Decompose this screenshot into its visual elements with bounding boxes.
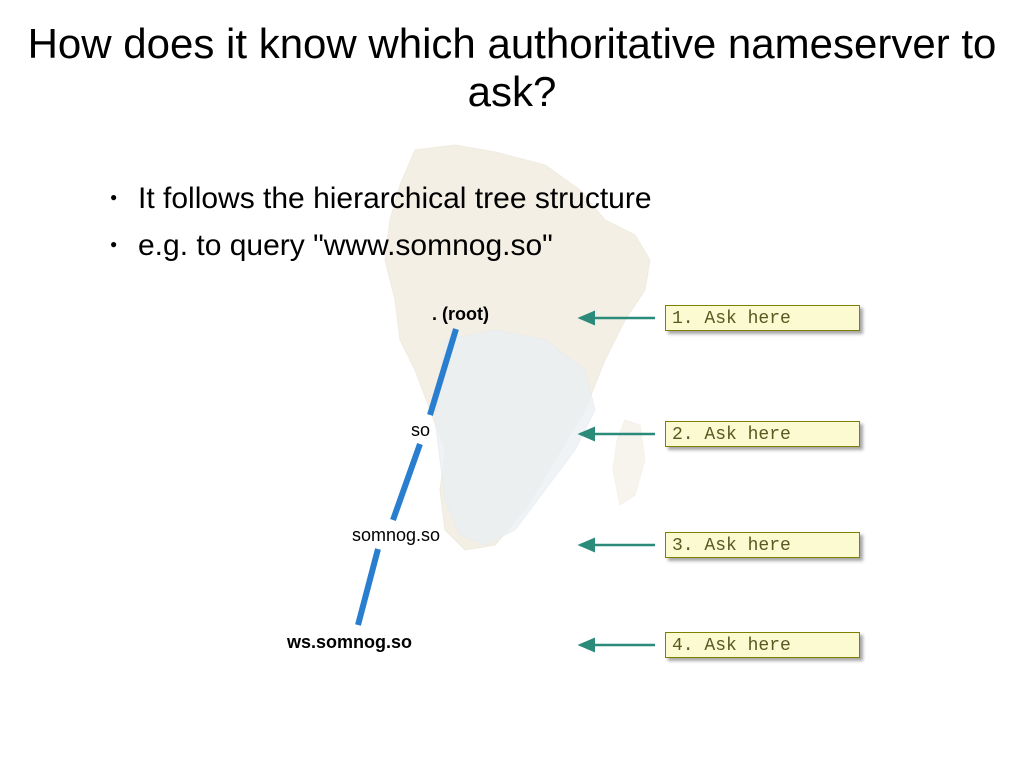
ask-box-3: 3. Ask here bbox=[665, 532, 860, 558]
slide-title: How does it know which authoritative nam… bbox=[0, 20, 1024, 117]
tree-level2-label: somnog.so bbox=[352, 525, 440, 546]
ask-box-1: 1. Ask here bbox=[665, 305, 860, 331]
bullet-list: It follows the hierarchical tree structu… bbox=[70, 176, 990, 269]
ask-box-4: 4. Ask here bbox=[665, 632, 860, 658]
tree-level1-label: so bbox=[411, 420, 430, 441]
tree-root-label: . (root) bbox=[432, 304, 489, 325]
bullet-item: It follows the hierarchical tree structu… bbox=[110, 176, 990, 223]
tree-level3-label: ws.somnog.so bbox=[287, 632, 412, 653]
bullet-item: e.g. to query "www.somnog.so" bbox=[110, 223, 990, 270]
ask-box-2: 2. Ask here bbox=[665, 421, 860, 447]
